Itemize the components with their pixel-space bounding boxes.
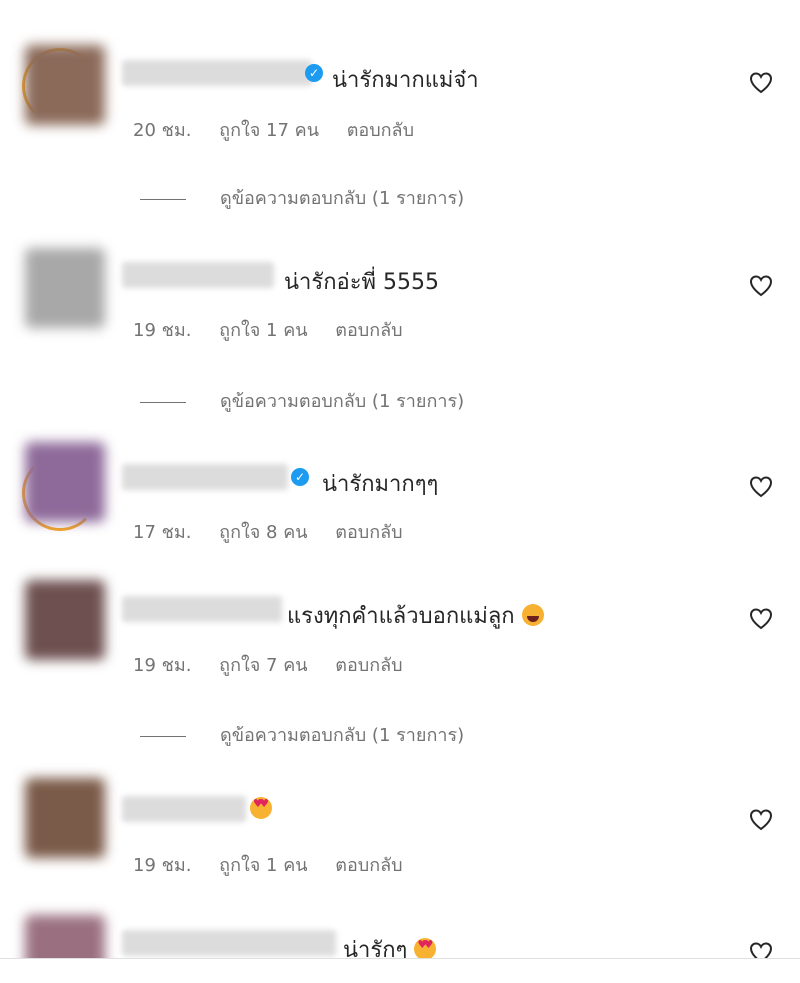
avatar[interactable] (25, 915, 105, 958)
heart-icon[interactable] (749, 942, 773, 958)
comment-6: น่ารักๆ (0, 0, 800, 958)
username-blurred[interactable] (122, 930, 336, 956)
heart-eyes-emoji (414, 938, 437, 958)
divider (0, 958, 800, 959)
comment-text: น่ารักๆ (343, 932, 437, 958)
